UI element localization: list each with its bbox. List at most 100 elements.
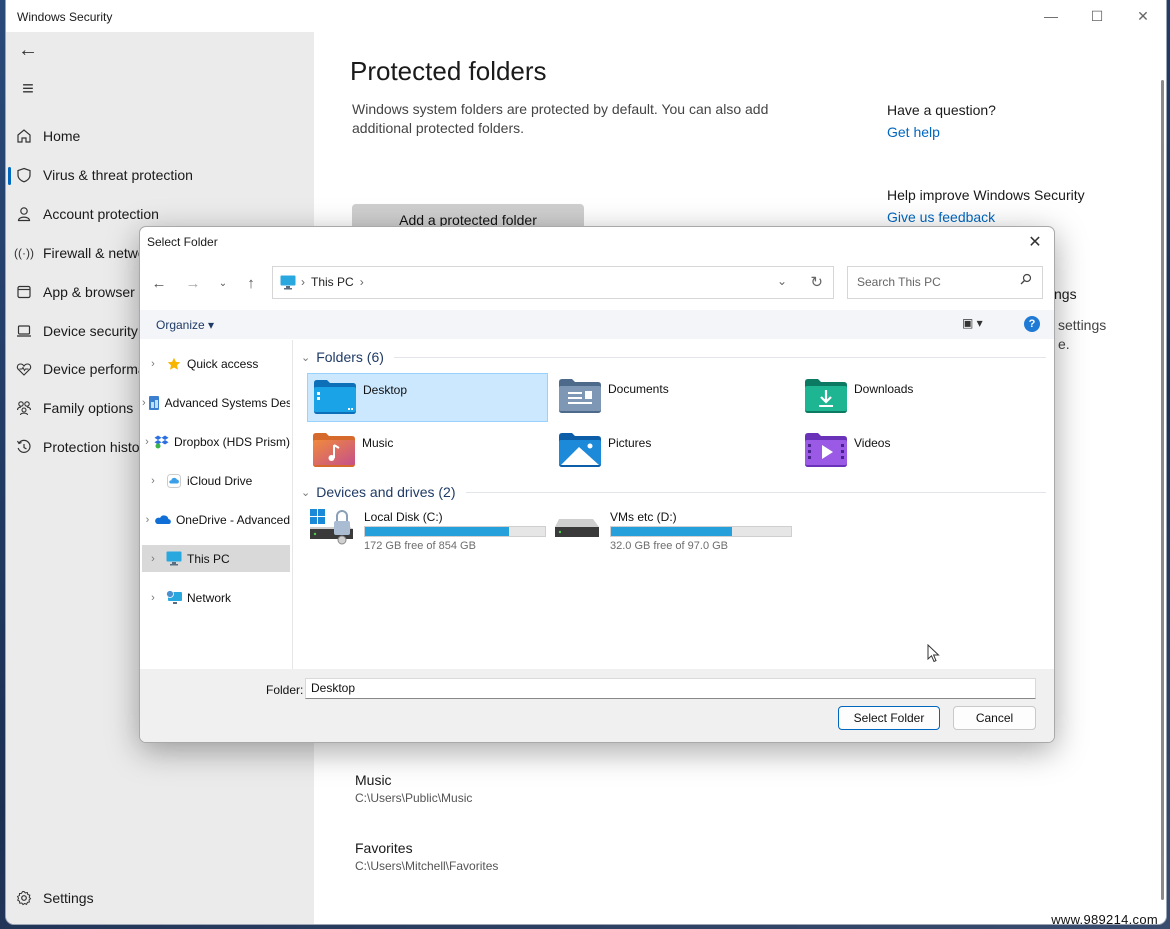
help-button[interactable]: ? — [1024, 316, 1040, 332]
expand-chevron-icon[interactable]: › — [142, 397, 146, 409]
get-help-link[interactable]: Get help — [887, 124, 1147, 140]
tree-item-label: Quick access — [187, 356, 259, 371]
refresh-icon[interactable]: ↻ — [810, 273, 823, 291]
tree-item-label: OneDrive - Advanced — [175, 512, 290, 527]
expand-chevron-icon[interactable]: › — [142, 358, 164, 370]
sidebar-item-home[interactable]: Home — [6, 119, 314, 153]
tree-item-this-pc[interactable]: › This PC — [142, 545, 290, 572]
sidebar-item-label: Virus & threat protection — [43, 167, 193, 183]
sidebar-item-label: Home — [43, 128, 81, 144]
folder-item-desktop[interactable]: Desktop — [307, 373, 548, 422]
group-divider — [465, 491, 1046, 493]
hamburger-menu-button[interactable]: ≡ — [12, 73, 44, 105]
view-options-icon: ▣ ▾ — [962, 316, 983, 330]
folder-name: Desktop — [363, 383, 408, 397]
title-bar: Windows Security — ☐ ✕ — [6, 0, 1166, 32]
back-button[interactable]: ← — [12, 34, 44, 66]
improve-heading: Help improve Windows Security — [887, 187, 1085, 203]
sidebar-item-label: Protection history — [43, 439, 152, 455]
family-icon — [14, 398, 34, 418]
folder-item-pictures[interactable]: Pictures — [553, 427, 794, 476]
protected-folder-item[interactable]: Music C:\Users\Public\Music — [355, 772, 472, 805]
folder-item-videos[interactable]: Videos — [799, 427, 1040, 476]
heart-pulse-icon — [14, 359, 34, 379]
tree-item-dropbox[interactable]: › Dropbox (HDS Prism) — [142, 428, 290, 455]
drive-usage-fill — [611, 527, 732, 536]
select-folder-button[interactable]: Select Folder — [838, 706, 940, 730]
nav-back-button[interactable]: ← — [147, 271, 171, 295]
breadcrumb-this-pc[interactable]: This PC — [311, 275, 354, 289]
cancel-button[interactable]: Cancel — [953, 706, 1036, 730]
drive-item-c[interactable]: Local Disk (C:) 172 GB free of 854 GB — [309, 509, 549, 559]
command-bar: Organize ▾ ▣ ▾ ? — [140, 310, 1054, 339]
minimize-button[interactable]: — — [1028, 4, 1074, 28]
drive-usage-bar — [610, 526, 792, 537]
sidebar-item-virus-threat-protection[interactable]: Virus & threat protection — [6, 158, 314, 192]
expand-chevron-icon[interactable]: › — [142, 436, 152, 448]
collapse-chevron-icon: ⌄ — [301, 351, 311, 364]
folder-item-music[interactable]: Music — [307, 427, 548, 476]
tree-item-onedrive[interactable]: › OneDrive - Advanced — [142, 506, 290, 533]
drives-group-header[interactable]: ⌄ Devices and drives (2) — [301, 484, 1046, 500]
protected-folder-name: Music — [355, 772, 392, 788]
address-dropdown-icon[interactable]: ⌄ — [777, 274, 787, 288]
tree-item-quick-access[interactable]: › Quick access — [142, 350, 290, 377]
watermark: www.989214.com — [1051, 912, 1158, 927]
breadcrumb-separator: › — [301, 275, 305, 289]
search-input[interactable] — [855, 274, 1009, 290]
recent-locations-button[interactable]: ⌄ — [211, 271, 235, 295]
tree-item-icloud-drive[interactable]: › iCloud Drive — [142, 467, 290, 494]
page-description: Windows system folders are protected by … — [352, 101, 769, 136]
history-icon — [14, 437, 34, 457]
protected-folder-path: C:\Users\Mitchell\Favorites — [355, 859, 499, 873]
laptop-icon — [14, 321, 34, 341]
folder-name-input[interactable]: Desktop — [305, 678, 1036, 699]
sidebar-item-label: Device security — [43, 323, 138, 339]
privacy-text-fragment: settings — [1058, 317, 1107, 333]
sidebar-item-settings[interactable]: Settings — [6, 881, 314, 915]
close-window-button[interactable]: ✕ — [1120, 4, 1166, 28]
search-box[interactable] — [847, 266, 1043, 299]
expand-chevron-icon[interactable]: › — [142, 553, 164, 565]
hard-drive-icon — [555, 509, 603, 550]
privacy-text-fragment-2: e. — [1058, 336, 1070, 352]
expand-chevron-icon[interactable]: › — [142, 514, 153, 526]
nav-forward-button[interactable]: → — [181, 271, 205, 295]
app-window-icon — [14, 282, 34, 302]
dialog-close-button[interactable]: ✕ — [1020, 229, 1050, 255]
dropbox-icon — [154, 434, 169, 450]
breadcrumb-separator[interactable]: › — [360, 275, 364, 289]
tree-item-advanced-systems[interactable]: › Advanced Systems Design — [142, 389, 290, 416]
nav-up-button[interactable]: ↑ — [239, 271, 263, 295]
protected-folder-item[interactable]: Favorites C:\Users\Mitchell\Favorites — [355, 840, 498, 873]
drive-item-d[interactable]: VMs etc (D:) 32.0 GB free of 97.0 GB — [555, 509, 795, 559]
drive-name: Local Disk (C:) — [364, 510, 443, 524]
pictures-folder-icon — [559, 433, 601, 472]
folder-item-documents[interactable]: Documents — [553, 373, 794, 422]
vertical-scrollbar[interactable] — [1161, 80, 1164, 900]
folder-name: Pictures — [608, 436, 652, 450]
collapse-chevron-icon: ⌄ — [301, 486, 311, 499]
folder-field-label: Folder: — [266, 683, 304, 697]
expand-chevron-icon[interactable]: › — [142, 592, 164, 604]
folder-content-pane: ⌄ Folders (6) Desktop Documents Download… — [293, 340, 1053, 669]
icloud-icon — [166, 473, 182, 489]
expand-chevron-icon[interactable]: › — [142, 475, 164, 487]
change-view-button[interactable]: ▣ ▾ — [962, 316, 983, 330]
folder-name: Videos — [854, 436, 891, 450]
give-feedback-link[interactable]: Give us feedback — [887, 209, 1147, 225]
address-bar[interactable]: › This PC › ⌄ ↻ — [272, 266, 834, 299]
folders-group-header[interactable]: ⌄ Folders (6) — [301, 349, 1046, 365]
group-label: Devices and drives (2) — [316, 484, 456, 500]
monitor-icon — [166, 551, 182, 567]
sidebar-item-label: Settings — [43, 890, 94, 906]
drive-usage-bar — [364, 526, 546, 537]
select-folder-dialog: Select Folder ✕ ← → ⌄ ↑ › This PC › ⌄ ↻ … — [139, 226, 1055, 743]
question-heading: Have a question? — [887, 102, 996, 118]
maximize-button[interactable]: ☐ — [1074, 4, 1120, 28]
tree-item-network[interactable]: › Network — [142, 584, 290, 611]
sidebar-item-label: Account protection — [43, 206, 159, 222]
organize-menu-button[interactable]: Organize ▾ — [156, 318, 214, 332]
drive-usage-fill — [365, 527, 509, 536]
folder-item-downloads[interactable]: Downloads — [799, 373, 1040, 422]
